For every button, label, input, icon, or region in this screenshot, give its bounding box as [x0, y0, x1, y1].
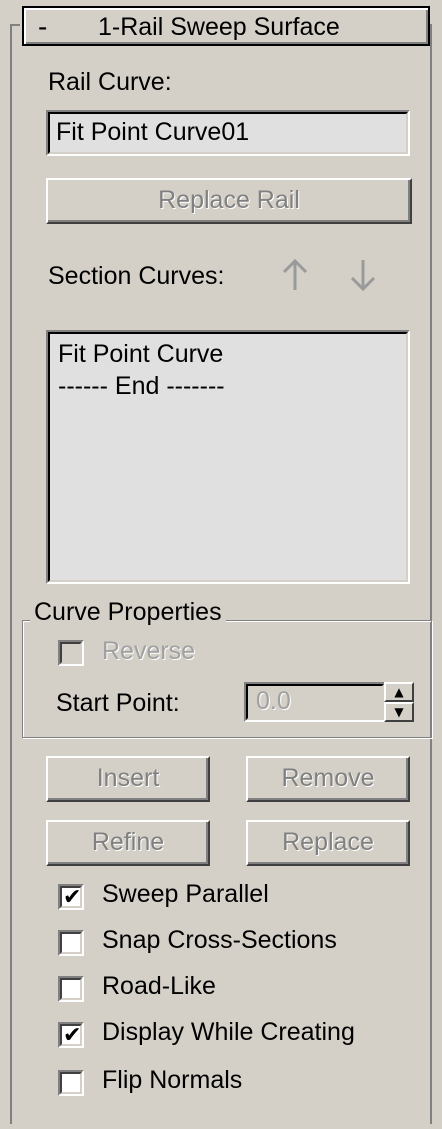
reverse-checkbox[interactable] — [58, 640, 84, 666]
down-arrow-icon[interactable] — [348, 258, 378, 298]
flip-normals-label: Flip Normals — [102, 1066, 243, 1094]
rail-curve-label: Rail Curve: — [48, 68, 172, 96]
snap-cross-sections-checkbox[interactable] — [58, 930, 84, 956]
start-point-field[interactable]: 0.0 — [244, 682, 386, 722]
check-icon: ✔ — [63, 1023, 82, 1048]
spinner-down-icon[interactable]: ▼ — [384, 702, 414, 722]
rollout-frame-tick — [10, 24, 20, 26]
refine-button[interactable]: Refine — [46, 820, 210, 866]
rollout-frame-left — [10, 24, 12, 1124]
replace-button[interactable]: Replace — [246, 820, 410, 866]
remove-button[interactable]: Remove — [246, 756, 410, 802]
road-like-checkbox[interactable] — [58, 976, 84, 1002]
rollout-title: 1-Rail Sweep Surface — [98, 13, 340, 41]
list-item[interactable]: ------ End ------- — [58, 372, 225, 401]
road-like-label: Road-Like — [102, 972, 216, 1000]
rail-curve-value: Fit Point Curve01 — [56, 118, 250, 146]
curve-properties-label: Curve Properties — [30, 598, 226, 627]
start-point-spinner[interactable]: ▲ ▼ — [384, 682, 414, 722]
section-curves-label: Section Curves: — [48, 262, 225, 290]
insert-button[interactable]: Insert — [46, 756, 210, 802]
sweep-parallel-label: Sweep Parallel — [102, 880, 269, 908]
snap-cross-sections-label: Snap Cross-Sections — [102, 926, 337, 954]
rollout-title-bar[interactable]: - 1-Rail Sweep Surface — [22, 6, 430, 46]
start-point-value: 0.0 — [256, 687, 291, 715]
rollout-frame-right — [430, 24, 432, 1124]
replace-rail-button[interactable]: Replace Rail — [46, 178, 412, 224]
check-icon: ✔ — [63, 885, 82, 910]
start-point-label: Start Point: — [56, 689, 180, 717]
up-arrow-icon[interactable] — [280, 258, 310, 298]
display-while-creating-label: Display While Creating — [102, 1018, 355, 1046]
sweep-parallel-checkbox[interactable]: ✔ — [58, 884, 84, 910]
spinner-up-icon[interactable]: ▲ — [384, 682, 414, 702]
section-curves-list[interactable]: Fit Point Curve ------ End ------- — [46, 330, 410, 584]
reverse-label: Reverse — [102, 637, 196, 665]
collapse-icon: - — [38, 11, 48, 42]
rail-curve-field[interactable]: Fit Point Curve01 — [46, 110, 410, 156]
flip-normals-checkbox[interactable] — [58, 1070, 84, 1096]
display-while-creating-checkbox[interactable]: ✔ — [58, 1022, 84, 1048]
list-item[interactable]: Fit Point Curve — [58, 340, 223, 369]
